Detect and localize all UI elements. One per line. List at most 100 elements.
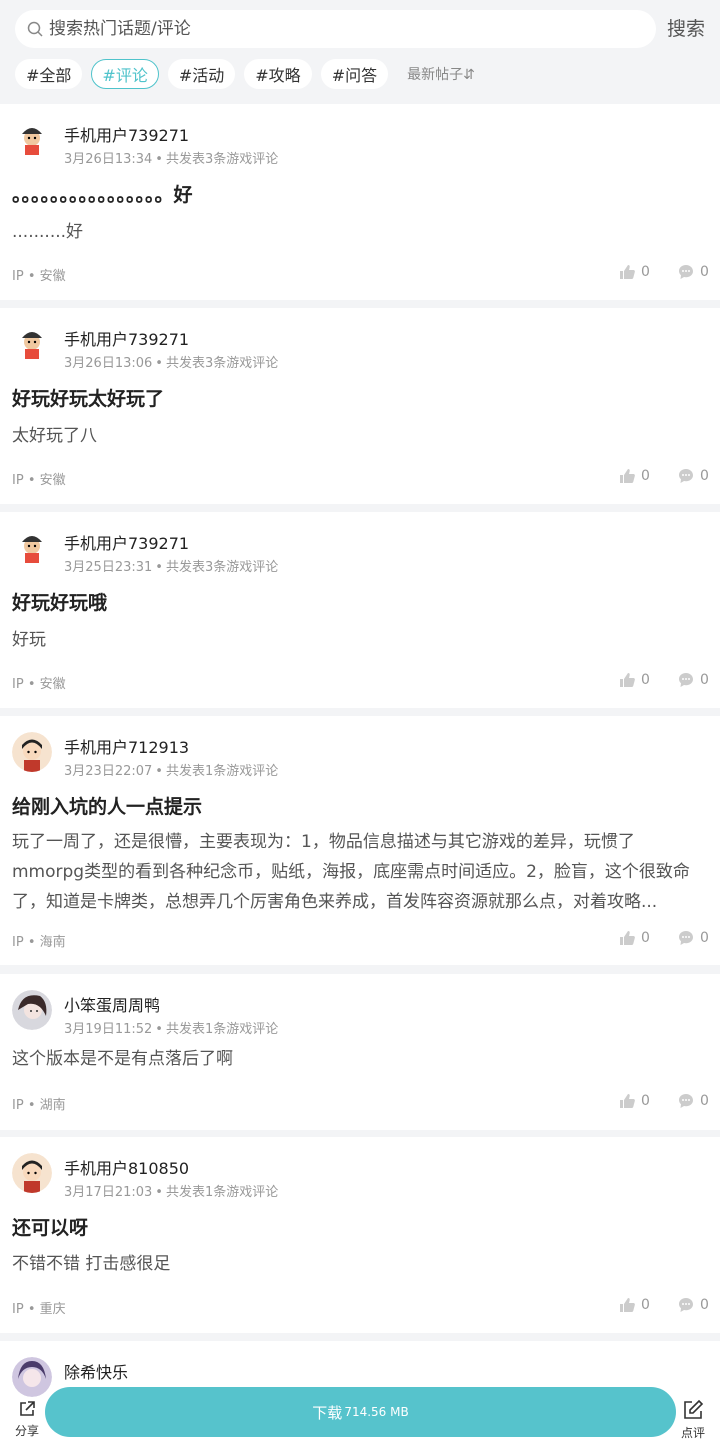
ip-label: IP [12, 1098, 24, 1113]
username[interactable]: 手机用户739271 [64, 326, 189, 350]
post-body: 这个版本是不是有点落后了啊 [12, 1049, 233, 1069]
post-body: 不错不错 打击感很足 [12, 1254, 171, 1274]
like-button[interactable]: 0 [619, 930, 650, 946]
comment-button[interactable]: 0 [678, 468, 709, 484]
share-button[interactable]: 分享 [12, 1399, 42, 1439]
like-count: 0 [641, 1297, 650, 1313]
post-location: IP • 安徽 [12, 677, 66, 692]
thumbs-up-icon [620, 469, 635, 483]
download-label: 下载 [312, 1403, 343, 1422]
tag-review[interactable]: #评论 [91, 59, 159, 89]
post-location: IP • 湖南 [12, 1098, 66, 1113]
post-stat: 共发表3条游戏评论 [165, 152, 279, 167]
post-date: 3月23日22:07 [64, 764, 153, 779]
top-bar: 搜索 #全部 #评论 #活动 #攻略 #问答 最新帖子⇵ [0, 0, 720, 104]
post-meta: 3月25日23:31 • 共发表3条游戏评论 [64, 560, 279, 575]
ip-label: IP [12, 269, 24, 284]
like-button[interactable]: 0 [619, 264, 650, 280]
like-button[interactable]: 0 [619, 468, 650, 484]
avatar[interactable] [12, 990, 52, 1030]
review-button[interactable]: 点评 [678, 1399, 708, 1441]
post-body: 好玩 [12, 630, 46, 650]
comment-icon [679, 1298, 693, 1312]
comment-icon [679, 1094, 693, 1108]
search-box[interactable] [15, 10, 656, 48]
comment-count: 0 [700, 1297, 709, 1313]
thumbs-up-icon [620, 931, 635, 945]
post-card[interactable]: 手机用户712913 3月23日22:07 • 共发表1条游戏评论 给刚入坑的人一点… [0, 716, 720, 965]
post-card[interactable]: 手机用户739271 3月26日13:06 • 共发表3条游戏评论 好玩好玩太好玩了… [0, 308, 720, 504]
thumbs-up-icon [620, 673, 635, 687]
share-label: 分享 [14, 1424, 39, 1438]
post-location: IP • 安徽 [12, 473, 66, 488]
like-count: 0 [641, 468, 650, 484]
post-stat: 共发表1条游戏评论 [165, 764, 279, 779]
ip-region: 安徽 [39, 269, 66, 284]
post-meta: 3月17日21:03 • 共发表1条游戏评论 [64, 1185, 279, 1200]
thumbs-up-icon [620, 1298, 635, 1312]
like-button[interactable]: 0 [619, 672, 650, 688]
comment-button[interactable]: 0 [678, 1093, 709, 1109]
share-icon [20, 1401, 35, 1416]
post-title: 好玩好玩太好玩了 [12, 388, 165, 410]
username[interactable]: 手机用户810850 [64, 1155, 189, 1179]
username[interactable]: 手机用户739271 [64, 530, 189, 554]
comment-icon [679, 673, 693, 687]
avatar[interactable] [12, 324, 52, 364]
search-icon [27, 20, 45, 38]
username[interactable]: 手机用户739271 [64, 122, 189, 146]
comment-button[interactable]: 0 [678, 264, 709, 280]
like-button[interactable]: 0 [619, 1297, 650, 1313]
post-stat: 共发表1条游戏评论 [165, 1185, 279, 1200]
avatar[interactable] [12, 528, 52, 568]
post-card[interactable]: 手机用户739271 3月26日13:34 • 共发表3条游戏评论 。。。。。。。。… [0, 104, 720, 300]
post-date: 3月19日11:52 [64, 1022, 153, 1037]
comment-button[interactable]: 0 [678, 1297, 709, 1313]
avatar[interactable] [12, 120, 52, 160]
post-meta: 3月26日13:34 • 共发表3条游戏评论 [64, 152, 279, 167]
post-date: 3月25日23:31 [64, 560, 153, 575]
tag-all[interactable]: #全部 [15, 59, 83, 89]
like-count: 0 [641, 672, 650, 688]
download-size: 714.56 MB [344, 1405, 409, 1419]
ip-label: IP [12, 677, 24, 692]
comment-icon [679, 931, 693, 945]
tag-qa[interactable]: #问答 [320, 59, 389, 89]
thumbs-up-icon [620, 1094, 635, 1108]
search-button[interactable]: 搜索 [667, 14, 705, 41]
sort-dropdown[interactable]: 最新帖子⇵ [407, 64, 475, 84]
like-button[interactable]: 0 [619, 1093, 650, 1109]
post-card[interactable]: 手机用户810850 3月17日21:03 • 共发表1条游戏评论 还可以呀 不错不… [0, 1137, 720, 1333]
search-input[interactable] [49, 19, 629, 39]
thumbs-up-icon [620, 265, 635, 279]
post-card[interactable]: 手机用户739271 3月25日23:31 • 共发表3条游戏评论 好玩好玩哦 好玩… [0, 512, 720, 708]
avatar[interactable] [12, 1153, 52, 1193]
post-body: ..........好 [12, 222, 84, 242]
bottom-action-bar: 分享 下载 714.56 MB 点评 [0, 1383, 720, 1445]
comment-count: 0 [700, 264, 709, 280]
download-button[interactable]: 下载 714.56 MB [45, 1387, 676, 1437]
ip-region: 海南 [39, 935, 66, 950]
comment-button[interactable]: 0 [678, 930, 709, 946]
post-card[interactable]: 小笨蛋周周鸭 3月19日11:52 • 共发表1条游戏评论 这个版本是不是有点落后了… [0, 974, 720, 1130]
tag-filter-bar: #全部 #评论 #活动 #攻略 #问答 最新帖子⇵ [15, 59, 475, 89]
tag-activity[interactable]: #活动 [167, 59, 236, 89]
post-stat: 共发表3条游戏评论 [165, 560, 279, 575]
like-count: 0 [641, 930, 650, 946]
post-date: 3月17日21:03 [64, 1185, 153, 1200]
like-count: 0 [641, 264, 650, 280]
tag-guide[interactable]: #攻略 [244, 59, 312, 89]
post-location: IP • 安徽 [12, 269, 66, 284]
post-title: 。。。。。。。。。。。。。。。。好 [12, 184, 193, 206]
avatar[interactable] [12, 732, 52, 772]
username[interactable]: 除希快乐 [64, 1359, 128, 1383]
post-title: 好玩好玩哦 [12, 592, 108, 614]
edit-icon [684, 1399, 704, 1419]
comment-button[interactable]: 0 [678, 672, 709, 688]
username[interactable]: 手机用户712913 [64, 734, 189, 758]
comment-count: 0 [700, 672, 709, 688]
username[interactable]: 小笨蛋周周鸭 [64, 992, 160, 1016]
ip-region: 安徽 [39, 473, 66, 488]
post-meta: 3月23日22:07 • 共发表1条游戏评论 [64, 764, 279, 779]
post-meta: 3月19日11:52 • 共发表1条游戏评论 [64, 1022, 279, 1037]
